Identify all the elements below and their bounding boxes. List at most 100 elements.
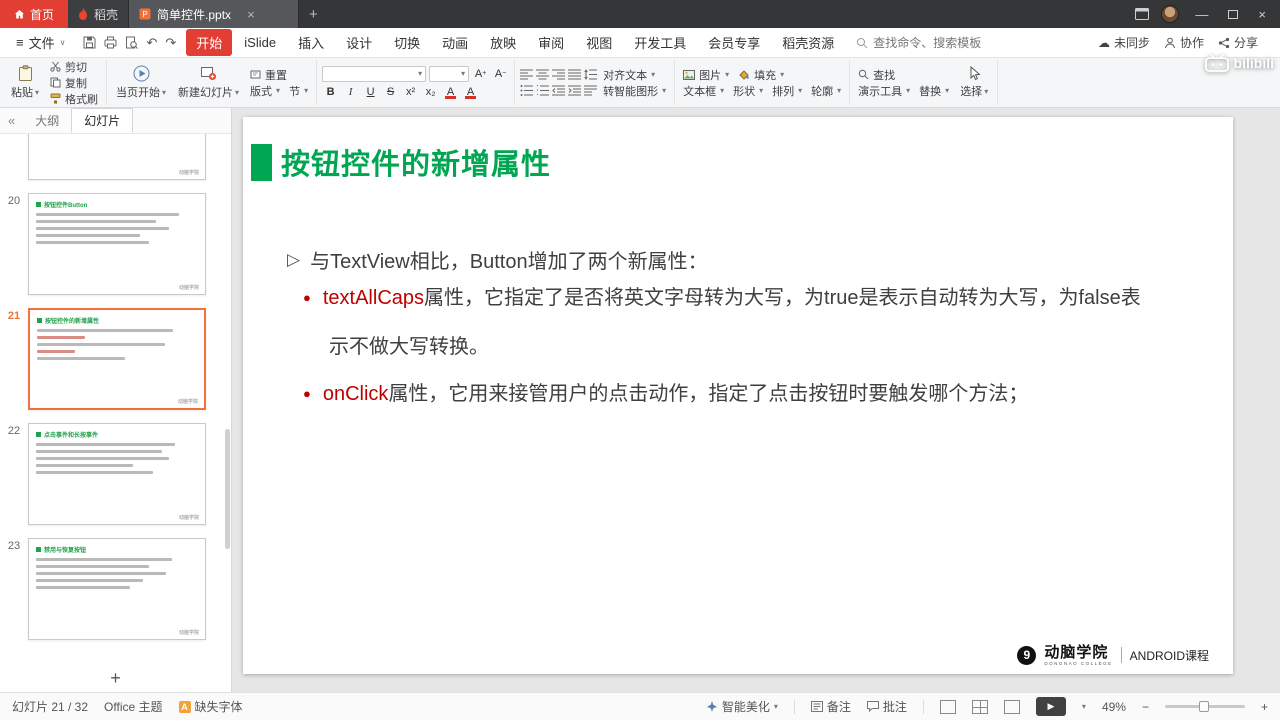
align-text-button[interactable]: 对齐文本 ▾ bbox=[600, 68, 658, 82]
collaborate-button[interactable]: 协作 bbox=[1164, 34, 1204, 51]
collapse-panel-button[interactable]: « bbox=[0, 113, 23, 128]
save-icon[interactable] bbox=[83, 36, 96, 49]
slideshow-play-button[interactable]: ▶ bbox=[1035, 697, 1066, 716]
minimize-button[interactable]: — bbox=[1191, 7, 1212, 22]
tab-devtools[interactable]: 开发工具 bbox=[624, 29, 696, 56]
convert-smartart-button[interactable]: 转智能图形 ▾ bbox=[600, 84, 669, 98]
current-slide[interactable]: 按钮控件的新增属性 ▷ 与TextView相比，Button增加了两个新属性： … bbox=[243, 117, 1233, 674]
arrange-button[interactable]: 排列 ▾ bbox=[769, 84, 805, 98]
close-window-button[interactable]: × bbox=[1254, 7, 1270, 22]
increase-indent-button[interactable] bbox=[568, 85, 582, 96]
highlight-color-button[interactable]: A bbox=[442, 84, 459, 100]
picture-button[interactable]: 图片 ▾ bbox=[680, 68, 732, 82]
presentation-tools-button[interactable]: 演示工具 ▾ bbox=[855, 84, 913, 98]
thumbnail-scrollbar[interactable] bbox=[225, 429, 230, 549]
tab-animation[interactable]: 动画 bbox=[432, 29, 478, 56]
new-slide-button[interactable]: 新建幻灯片 ▾ bbox=[174, 64, 243, 101]
bold-button[interactable]: B bbox=[322, 84, 339, 100]
slide-bullet-2[interactable]: ● onClick属性，它用来接管用户的点击动作，指定了点击按钮时要触发哪个方法； bbox=[303, 369, 1183, 419]
paste-button[interactable]: 粘贴 ▾ bbox=[7, 64, 43, 101]
textbox-button[interactable]: 文本框 ▾ bbox=[680, 84, 727, 98]
tab-insert[interactable]: 插入 bbox=[288, 29, 334, 56]
section-button[interactable]: 节 ▾ bbox=[286, 84, 311, 98]
smart-beautify-button[interactable]: 智能美化 ▾ bbox=[706, 698, 778, 715]
zoom-in-button[interactable]: + bbox=[1261, 700, 1268, 714]
missing-font-button[interactable]: A 缺失字体 bbox=[178, 698, 243, 715]
font-color-button[interactable]: A bbox=[462, 84, 479, 100]
print-icon[interactable] bbox=[104, 36, 117, 49]
cut-button[interactable]: 剪切 bbox=[47, 60, 101, 74]
tab-home[interactable]: 开始 bbox=[186, 29, 233, 56]
subscript-button[interactable]: x₂ bbox=[422, 84, 439, 100]
restore-button[interactable] bbox=[1224, 7, 1242, 22]
file-menu-button[interactable]: ≡ 文件 ∨ bbox=[8, 33, 73, 52]
tab-daoke-resources[interactable]: 稻壳资源 bbox=[772, 29, 844, 56]
sync-status-button[interactable]: ☁ 未同步 bbox=[1098, 34, 1150, 51]
reset-button[interactable]: 重置 bbox=[247, 68, 311, 82]
tab-member[interactable]: 会员专享 bbox=[698, 29, 770, 56]
tab-close-icon[interactable]: × bbox=[247, 7, 255, 22]
command-search-input[interactable] bbox=[873, 35, 1004, 50]
document-tab[interactable]: P 简单控件.pptx × bbox=[129, 0, 300, 28]
align-center-button[interactable] bbox=[536, 69, 550, 80]
decrease-indent-button[interactable] bbox=[552, 85, 566, 96]
zoom-slider-thumb[interactable] bbox=[1198, 701, 1209, 712]
zoom-percentage[interactable]: 49% bbox=[1102, 700, 1126, 714]
line-spacing-button[interactable] bbox=[584, 69, 598, 80]
theme-name[interactable]: Office 主题 bbox=[104, 698, 162, 715]
tab-review[interactable]: 审阅 bbox=[528, 29, 574, 56]
layout-button[interactable]: 版式 ▾ bbox=[247, 84, 283, 98]
tab-design[interactable]: 设计 bbox=[336, 29, 382, 56]
bullets-button[interactable] bbox=[520, 85, 534, 96]
slide-thumbnail-23[interactable]: 禁用与恢复按钮 动脑学院 bbox=[28, 538, 206, 640]
slide-intro-line[interactable]: ▷ 与TextView相比，Button增加了两个新属性： bbox=[287, 245, 708, 274]
grow-font-button[interactable]: A + bbox=[472, 66, 489, 82]
add-slide-button[interactable]: + bbox=[0, 664, 231, 692]
daoke-tab[interactable]: 稻壳 bbox=[68, 0, 130, 28]
play-from-current-button[interactable]: 当页开始 ▾ bbox=[112, 64, 170, 101]
underline-button[interactable]: U bbox=[362, 84, 379, 100]
play-options-dropdown-icon[interactable]: ▾ bbox=[1082, 702, 1086, 711]
user-avatar[interactable] bbox=[1161, 5, 1180, 23]
comments-button[interactable]: 批注 bbox=[866, 698, 907, 715]
format-painter-button[interactable]: 格式刷 bbox=[47, 92, 101, 106]
reading-view-button[interactable] bbox=[1003, 699, 1020, 714]
outline-button[interactable]: 轮廓 ▾ bbox=[808, 84, 844, 98]
shapes-button[interactable]: 形状 ▾ bbox=[730, 84, 766, 98]
notes-button[interactable]: 备注 bbox=[810, 698, 851, 715]
slide-bullet-1[interactable]: ● textAllCaps属性，它指定了是否将英文字母转为大写，为true是表示自… bbox=[303, 273, 1183, 372]
tab-transition[interactable]: 切换 bbox=[384, 29, 430, 56]
align-right-button[interactable] bbox=[552, 69, 566, 80]
tab-islide[interactable]: iSlide bbox=[234, 31, 286, 54]
print-preview-icon[interactable] bbox=[125, 36, 139, 49]
slide-sorter-view-button[interactable] bbox=[971, 699, 988, 714]
superscript-button[interactable]: x² bbox=[402, 84, 419, 100]
redo-icon[interactable]: ↷ bbox=[165, 35, 176, 51]
tab-slideshow[interactable]: 放映 bbox=[480, 29, 526, 56]
share-button[interactable]: 分享 bbox=[1218, 34, 1258, 51]
strikethrough-button[interactable]: S bbox=[382, 84, 399, 100]
font-name-combo[interactable]: ▾ bbox=[322, 65, 427, 82]
zoom-slider[interactable] bbox=[1164, 701, 1245, 712]
app-window-icon[interactable] bbox=[1135, 8, 1150, 20]
new-tab-button[interactable]: + bbox=[299, 0, 328, 28]
slide-title-block[interactable]: 按钮控件的新增属性 bbox=[251, 141, 551, 183]
shrink-font-button[interactable]: A − bbox=[492, 66, 509, 82]
select-button[interactable]: 选择 ▾ bbox=[956, 65, 992, 100]
copy-button[interactable]: 复制 bbox=[47, 76, 101, 90]
italic-button[interactable]: I bbox=[342, 84, 359, 100]
fill-button[interactable]: 填充 ▾ bbox=[735, 68, 787, 82]
slide-thumbnail-20[interactable]: 按钮控件Button 动脑学院 bbox=[28, 193, 206, 295]
slide-thumbnail-22[interactable]: 点击事件和长按事件 动脑学院 bbox=[28, 423, 206, 525]
slide-thumbnail-21-selected[interactable]: 按钮控件的新增属性 动脑学院 bbox=[28, 308, 206, 410]
align-left-button[interactable] bbox=[520, 69, 534, 80]
tab-slides[interactable]: 幻灯片 bbox=[71, 108, 134, 133]
font-size-combo[interactable]: ▾ bbox=[429, 65, 470, 82]
replace-button[interactable]: 替换 ▾ bbox=[916, 84, 952, 98]
normal-view-button[interactable] bbox=[939, 699, 956, 714]
tab-outline[interactable]: 大纲 bbox=[23, 109, 71, 132]
undo-icon[interactable]: ↶ bbox=[146, 35, 157, 51]
tab-view[interactable]: 视图 bbox=[576, 29, 622, 56]
zoom-out-button[interactable]: − bbox=[1142, 700, 1149, 714]
find-button[interactable]: 查找 bbox=[855, 68, 898, 82]
